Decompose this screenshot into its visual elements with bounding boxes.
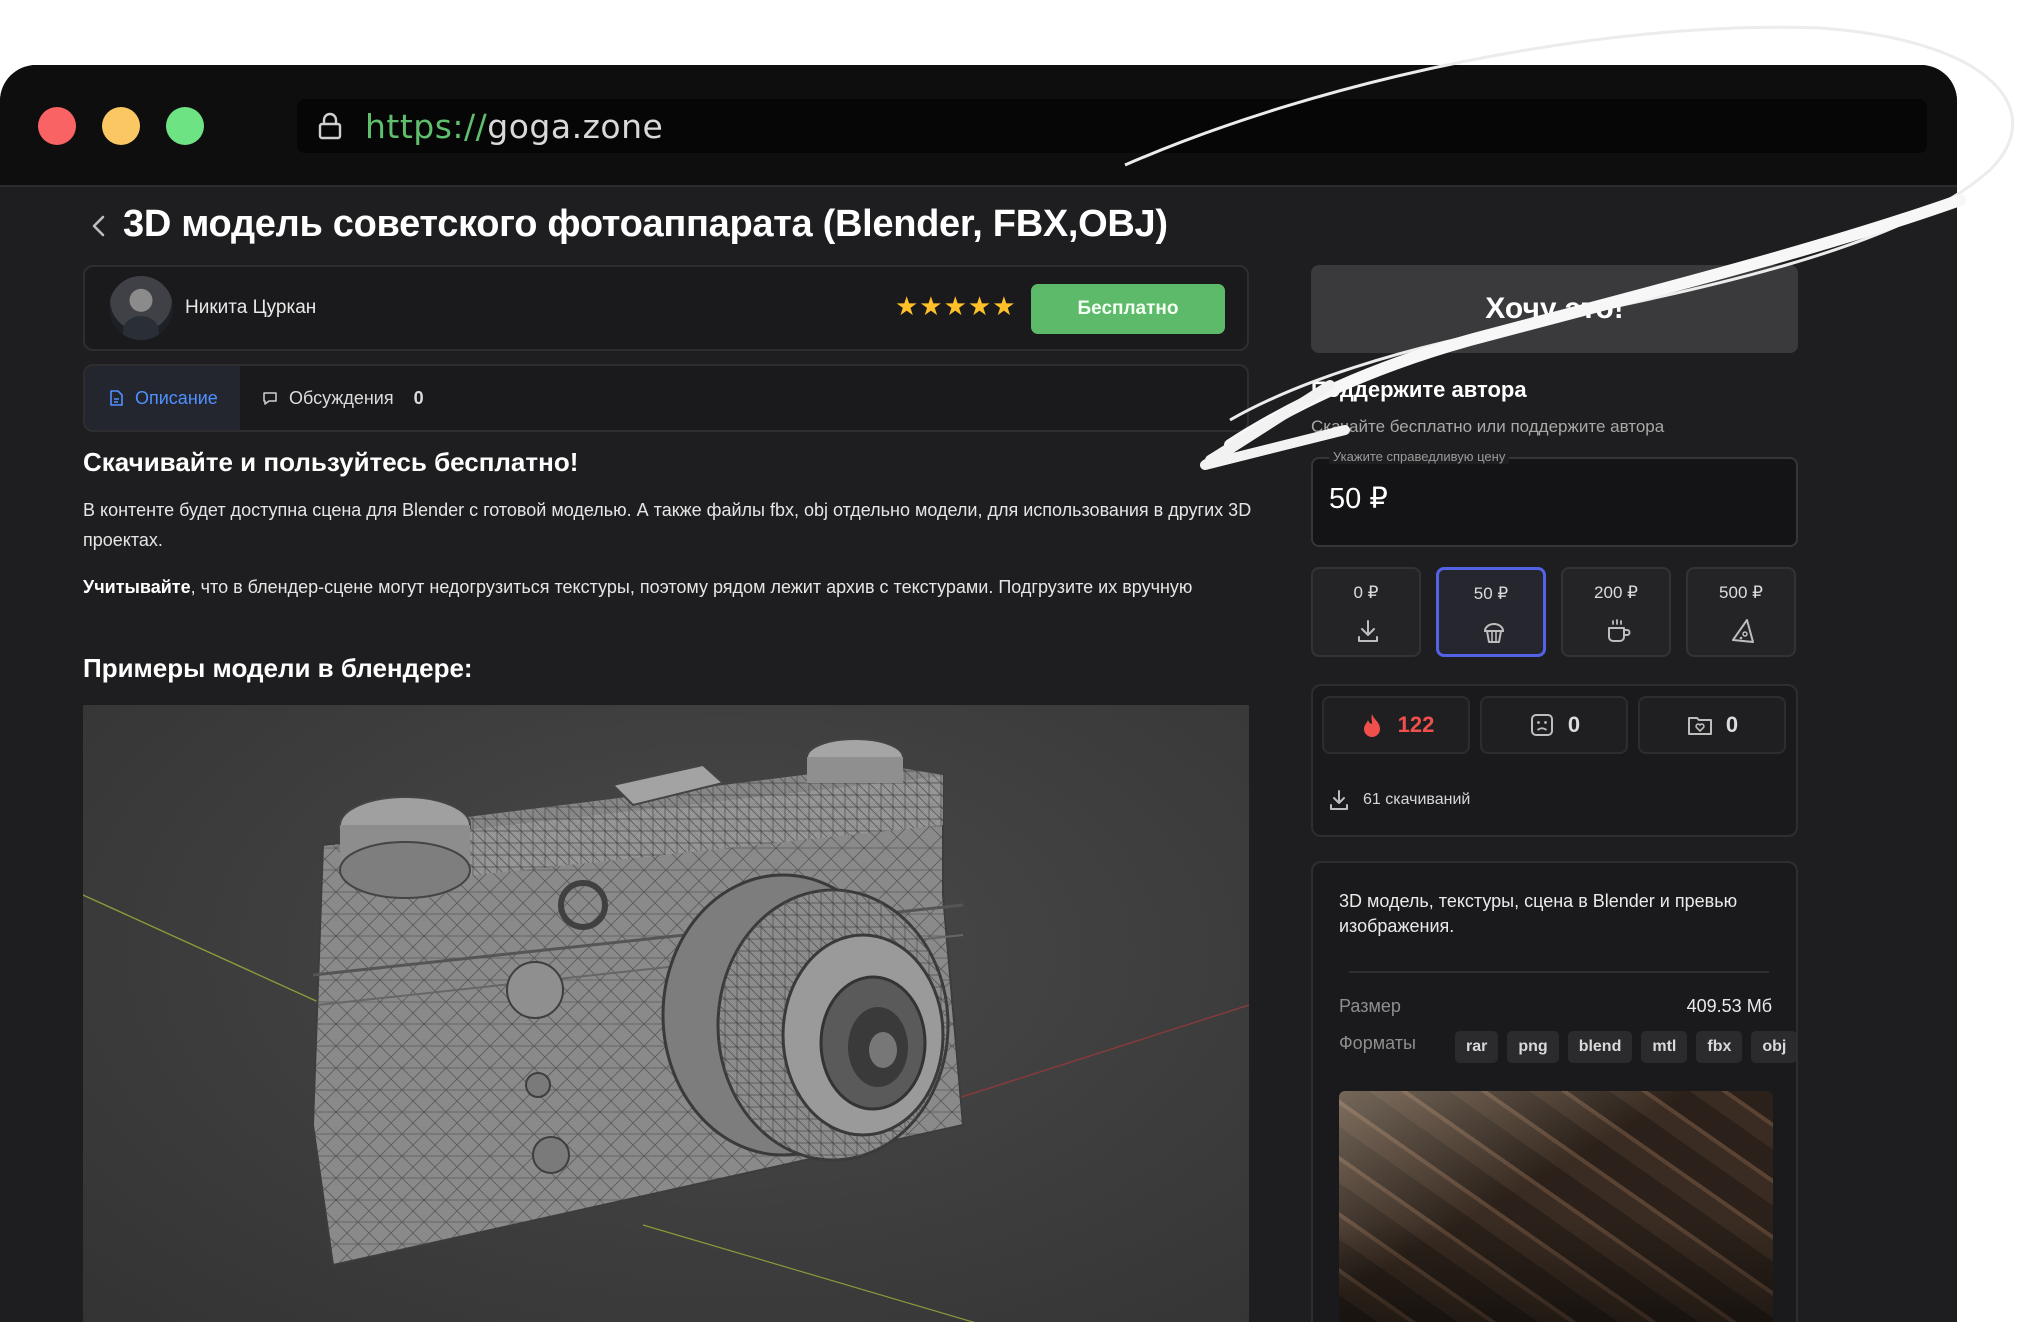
format-tag: png bbox=[1507, 1031, 1559, 1063]
address-bar[interactable]: https://goga.zone bbox=[297, 99, 1927, 153]
rating-stars: ★★★★★ bbox=[895, 291, 1017, 321]
folders-count: 0 bbox=[1725, 712, 1739, 737]
browser-window: https://goga.zone 3D модель советского ф… bbox=[0, 65, 1957, 1322]
sad-face-icon bbox=[1530, 714, 1553, 736]
tier-200-button[interactable]: 200 ₽ bbox=[1561, 567, 1671, 657]
tier-0-button[interactable]: 0 ₽ bbox=[1311, 567, 1421, 657]
url-text: https://goga.zone bbox=[365, 107, 664, 146]
blender-preview-image[interactable] bbox=[83, 705, 1249, 1322]
format-tag: mtl bbox=[1641, 1031, 1688, 1063]
discussions-count: 0 bbox=[413, 387, 424, 408]
close-window-button[interactable] bbox=[38, 107, 76, 145]
chat-bubble-icon bbox=[263, 392, 277, 405]
document-icon bbox=[110, 390, 123, 406]
tab-description-label: Описание bbox=[135, 387, 218, 408]
reactions-button[interactable]: 0 bbox=[1480, 696, 1628, 754]
section-heading-examples: Примеры модели в блендере: bbox=[83, 653, 473, 683]
add-to-folder-button[interactable]: 0 bbox=[1638, 696, 1786, 754]
minimize-window-button[interactable] bbox=[102, 107, 140, 145]
download-icon bbox=[1358, 620, 1378, 642]
price-input-hint: Укажите справедливую цену bbox=[1329, 449, 1510, 464]
format-tag: obj bbox=[1751, 1031, 1796, 1063]
size-value: 409.53 Мб bbox=[1686, 996, 1772, 1016]
size-label: Размер bbox=[1339, 996, 1401, 1016]
folder-heart-icon bbox=[1687, 717, 1712, 735]
flame-icon bbox=[1363, 714, 1380, 737]
price-input-value: 50 ₽ bbox=[1329, 483, 1388, 515]
downloads-label: 61 скачиваний bbox=[1363, 791, 1471, 808]
download-icon bbox=[1330, 790, 1348, 810]
product-contents-description: 3D модель, текстуры, сцена в Blender и п… bbox=[1339, 891, 1738, 936]
tier-label: 500 ₽ bbox=[1719, 583, 1763, 602]
product-info-card: 3D модель, текстуры, сцена в Blender и п… bbox=[1311, 861, 1798, 1322]
tier-50-button[interactable]: 50 ₽ bbox=[1436, 567, 1546, 657]
format-tag: blend bbox=[1567, 1031, 1633, 1063]
price-input[interactable]: Укажите справедливую цену 50 ₽ bbox=[1311, 449, 1798, 547]
free-price-button[interactable]: Бесплатно bbox=[1031, 284, 1225, 334]
tab-discussions-label: Обсуждения bbox=[289, 387, 394, 408]
page-title: 3D модель советского фотоаппарата (Blend… bbox=[123, 203, 1168, 245]
back-chevron-icon[interactable] bbox=[86, 213, 112, 239]
pizza-icon bbox=[1732, 619, 1754, 643]
want-it-button[interactable]: Хочу это! bbox=[1311, 265, 1798, 353]
camera-wireframe-illustration bbox=[83, 738, 1249, 1322]
likes-count: 122 bbox=[1397, 712, 1435, 737]
stats-card: 122 0 0 61 скачиваний bbox=[1311, 684, 1798, 837]
avatar[interactable] bbox=[109, 276, 173, 340]
reactions-count: 0 bbox=[1567, 712, 1581, 737]
support-author-subtitle: Скачайте бесплатно или поддержите автора bbox=[1311, 417, 1665, 436]
tier-500-button[interactable]: 500 ₽ bbox=[1686, 567, 1796, 657]
support-author-title: Поддержите автора bbox=[1311, 377, 1527, 402]
author-card: Никита Цуркан ★★★★★ Бесплатно bbox=[83, 265, 1249, 351]
tab-description[interactable]: Описание bbox=[85, 366, 240, 430]
coffee-icon bbox=[1608, 619, 1631, 642]
author-name[interactable]: Никита Цуркан bbox=[185, 297, 316, 319]
product-preview-image[interactable] bbox=[1339, 1091, 1773, 1322]
format-tag: fbx bbox=[1696, 1031, 1743, 1063]
cupcake-icon bbox=[1483, 623, 1505, 643]
tier-label: 50 ₽ bbox=[1473, 584, 1509, 603]
browser-chrome: https://goga.zone bbox=[0, 65, 1957, 187]
warning-bold: Учитывайте bbox=[83, 577, 191, 597]
tier-label: 200 ₽ bbox=[1594, 583, 1638, 602]
downloads-counter: 61 скачиваний bbox=[1327, 788, 1470, 812]
lock-icon bbox=[318, 112, 342, 140]
tab-discussions[interactable]: Обсуждения 0 bbox=[261, 366, 424, 430]
formats-label: Форматы bbox=[1339, 1033, 1416, 1053]
description-paragraph-2: Учитывайте, что в блендер-сцене могут не… bbox=[83, 572, 1253, 602]
divider bbox=[1349, 971, 1769, 973]
warning-text: , что в блендер-сцене могут недогрузитьс… bbox=[190, 577, 1193, 597]
description-paragraph-1: В контенте будет доступна сцена для Blen… bbox=[83, 500, 1252, 550]
tier-label: 0 ₽ bbox=[1353, 583, 1379, 602]
formats-list: rar png blend mtl fbx obj bbox=[1455, 1031, 1796, 1063]
section-heading-free: Скачивайте и пользуйтесь бесплатно! bbox=[83, 447, 579, 477]
content-tabs: Описание Обсуждения 0 bbox=[83, 364, 1249, 432]
format-tag: rar bbox=[1455, 1031, 1499, 1063]
maximize-window-button[interactable] bbox=[166, 107, 204, 145]
likes-button[interactable]: 122 bbox=[1322, 696, 1470, 754]
